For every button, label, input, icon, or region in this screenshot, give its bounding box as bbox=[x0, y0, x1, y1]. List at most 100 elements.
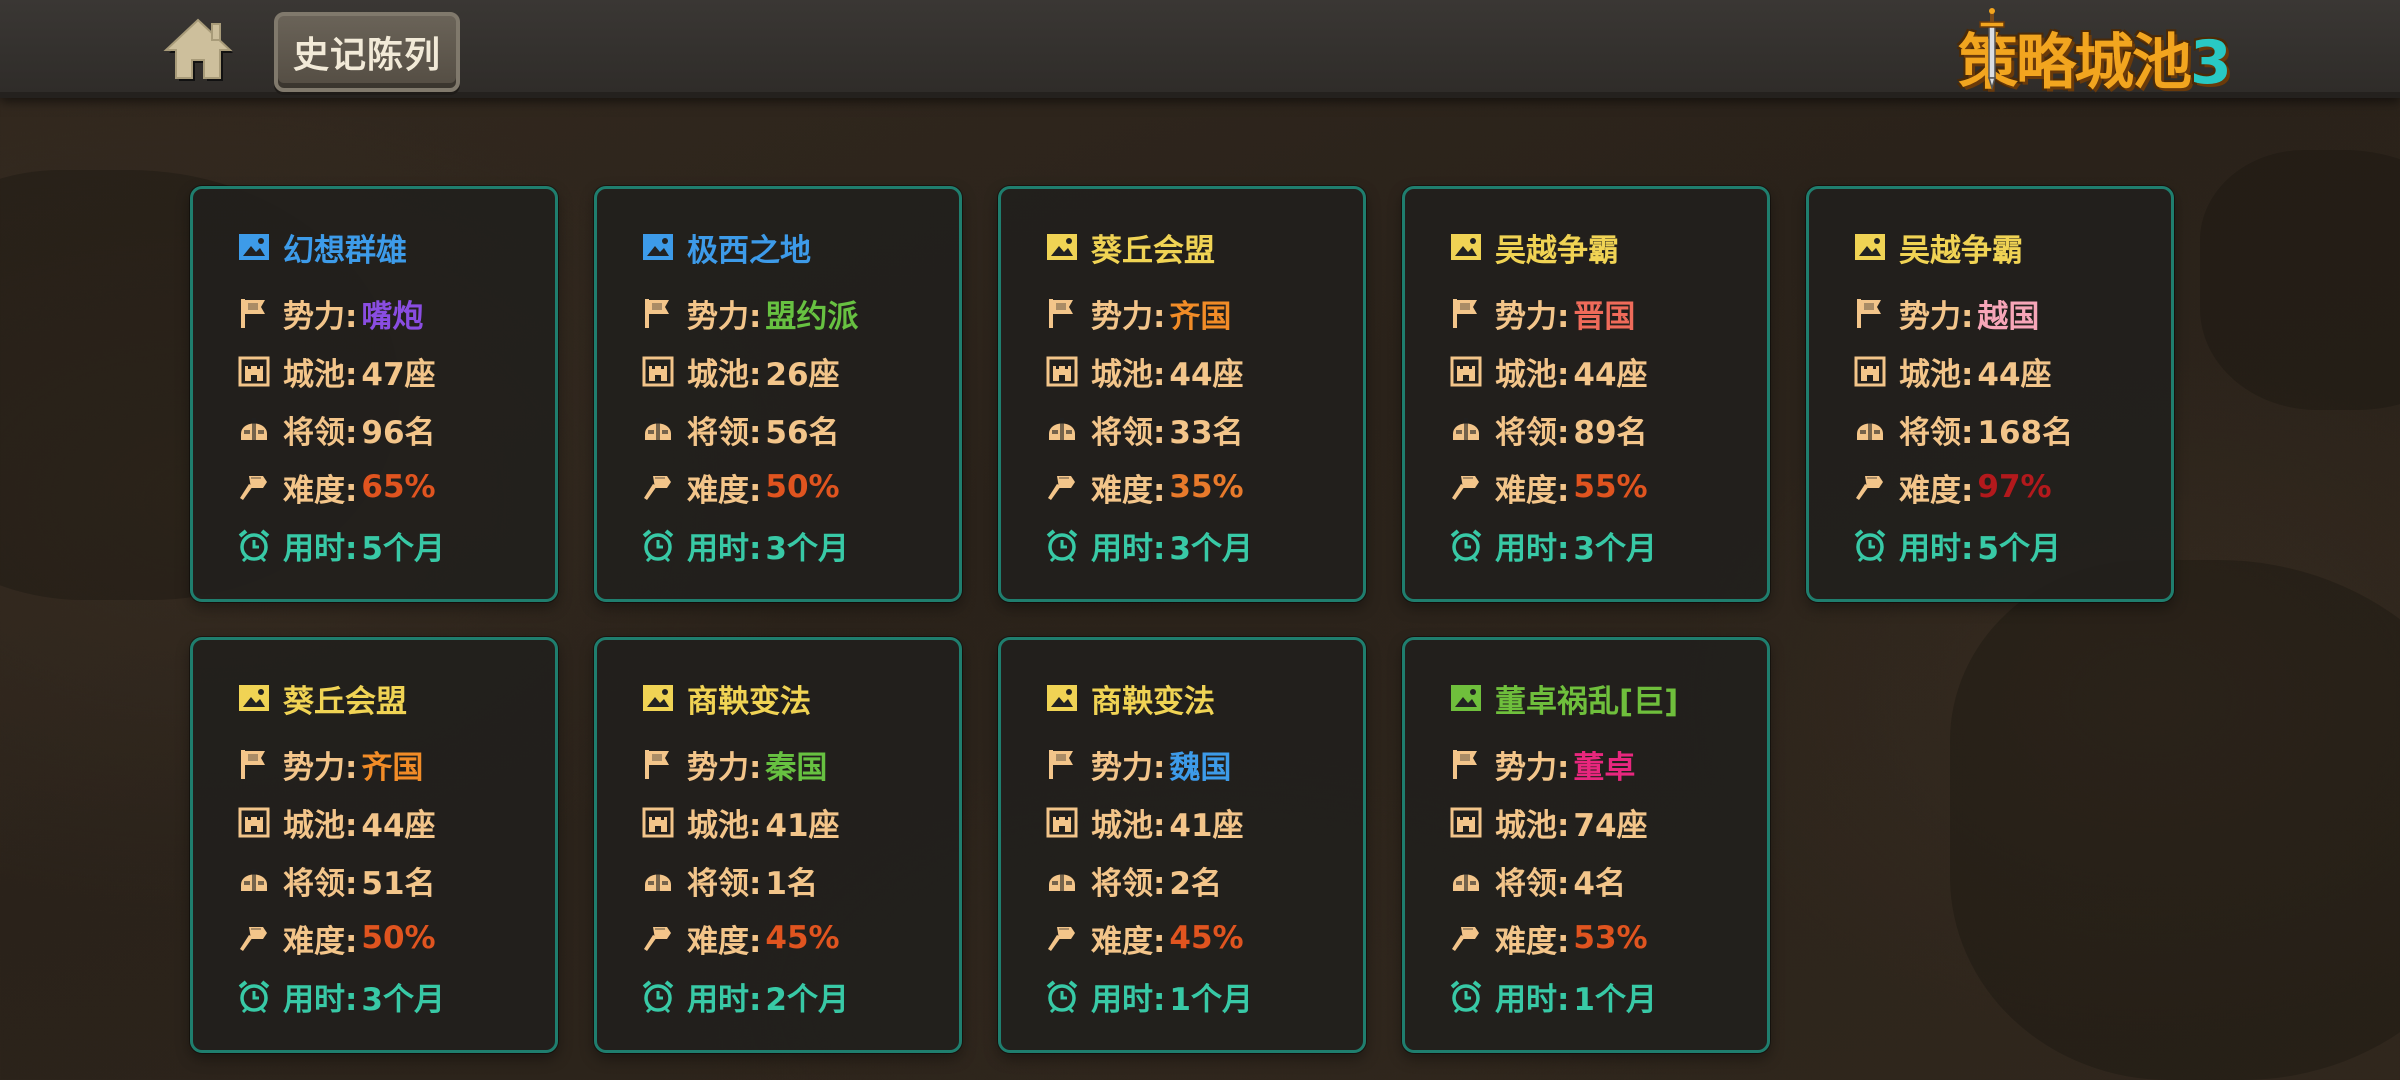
helmet-icon bbox=[1049, 869, 1075, 891]
helmet-icon bbox=[1453, 869, 1479, 891]
flag-icon bbox=[1453, 750, 1477, 779]
faction-value: 越国 bbox=[1977, 298, 2040, 335]
record-title: 商鞅变法 bbox=[1091, 683, 1215, 720]
time-value: 5个月 bbox=[361, 530, 445, 567]
generals-value: 96名 bbox=[361, 414, 436, 451]
picture-icon bbox=[1451, 234, 1481, 260]
castle-icon bbox=[1854, 356, 1886, 387]
faction-row: 势力: 嘴炮 bbox=[237, 293, 423, 335]
helmet-icon bbox=[241, 869, 267, 891]
faction-row: 势力: 晋国 bbox=[1449, 293, 1635, 335]
flag-icon bbox=[1857, 299, 1881, 328]
cities-value: 26座 bbox=[765, 356, 840, 393]
time-row: 用时: 5个月 bbox=[237, 525, 445, 567]
difficulty-label: 难度: bbox=[1091, 472, 1166, 509]
picture-icon bbox=[643, 234, 673, 260]
difficulty-value: 53% bbox=[1573, 920, 1648, 956]
cities-row: 城池: 74座 bbox=[1449, 802, 1648, 844]
faction-value: 盟约派 bbox=[765, 298, 859, 335]
record-title-row: 葵丘会盟 bbox=[1045, 227, 1215, 269]
record-title-row: 吴越争霸 bbox=[1853, 227, 2023, 269]
generals-value: 56名 bbox=[765, 414, 840, 451]
faction-row: 势力: 秦国 bbox=[641, 744, 827, 786]
time-row: 用时: 1个月 bbox=[1045, 976, 1253, 1018]
cities-row: 城池: 47座 bbox=[237, 351, 436, 393]
picture-icon bbox=[643, 685, 673, 711]
difficulty-row: 难度: 55% bbox=[1449, 467, 1648, 509]
faction-value: 董卓 bbox=[1573, 749, 1636, 786]
record-title: 葵丘会盟 bbox=[283, 683, 407, 720]
generals-row: 将领: 1名 bbox=[641, 860, 818, 902]
time-value: 3个月 bbox=[1169, 530, 1253, 567]
record-card[interactable]: 董卓祸乱[巨] 势力: 董卓 城池: 74座 将领: 4名 难度: 53% 用时… bbox=[1402, 637, 1770, 1053]
faction-label: 势力: bbox=[1091, 749, 1166, 786]
record-card[interactable]: 商鞅变法 势力: 魏国 城池: 41座 将领: 2名 难度: 45% 用时: 1… bbox=[998, 637, 1366, 1053]
difficulty-label: 难度: bbox=[1495, 923, 1570, 960]
generals-label: 将领: bbox=[1091, 414, 1166, 451]
flag-icon bbox=[241, 750, 265, 779]
hammer-icon bbox=[644, 476, 671, 500]
time-row: 用时: 3个月 bbox=[1449, 525, 1657, 567]
alarm-clock-icon bbox=[1046, 529, 1078, 562]
time-label: 用时: bbox=[1495, 981, 1570, 1018]
record-card[interactable]: 葵丘会盟 势力: 齐国 城池: 44座 bbox=[190, 637, 558, 1053]
record-title: 幻想群雄 bbox=[283, 232, 407, 269]
difficulty-label: 难度: bbox=[687, 472, 762, 509]
faction-label: 势力: bbox=[283, 749, 358, 786]
faction-label: 势力: bbox=[1495, 298, 1570, 335]
generals-label: 将领: bbox=[1899, 414, 1974, 451]
difficulty-value: 35% bbox=[1169, 469, 1244, 505]
record-card[interactable]: 极西之地 势力: 盟约派 城池: 26座 将领: 56名 难度: 50% 用时:… bbox=[594, 186, 962, 602]
time-value: 1个月 bbox=[1169, 981, 1253, 1018]
sword-icon bbox=[1979, 8, 2005, 91]
generals-label: 将领: bbox=[1091, 865, 1166, 902]
time-value: 3个月 bbox=[361, 981, 445, 1018]
difficulty-value: 50% bbox=[361, 920, 436, 956]
hammer-icon bbox=[1048, 927, 1075, 951]
castle-icon bbox=[1046, 356, 1078, 387]
record-card[interactable]: 葵丘会盟 势力: 齐国 城池: 44座 bbox=[998, 186, 1366, 602]
generals-value: 1名 bbox=[765, 865, 818, 902]
time-row: 用时: 3个月 bbox=[1045, 525, 1253, 567]
cities-value: 44座 bbox=[1977, 356, 2052, 393]
faction-label: 势力: bbox=[687, 298, 762, 335]
record-card[interactable]: 吴越争霸 势力: 晋国 城池: 44座 将领: 89名 难度: 55% 用时: … bbox=[1402, 186, 1770, 602]
cities-row: 城池: 26座 bbox=[641, 351, 840, 393]
time-value: 3个月 bbox=[765, 530, 849, 567]
picture-icon bbox=[239, 234, 269, 260]
picture-icon bbox=[1451, 685, 1481, 711]
faction-row: 势力: 董卓 bbox=[1449, 744, 1636, 786]
generals-row: 将领: 56名 bbox=[641, 409, 840, 451]
record-title-row: 极西之地 bbox=[641, 227, 811, 269]
difficulty-label: 难度: bbox=[283, 923, 358, 960]
generals-value: 51名 bbox=[361, 865, 436, 902]
cities-label: 城池: bbox=[1495, 356, 1570, 393]
record-card[interactable]: 幻想群雄 势力: 嘴炮 城池: 47座 将领: 96名 难度: 65% 用时: … bbox=[190, 186, 558, 602]
cities-value: 74座 bbox=[1573, 807, 1648, 844]
difficulty-label: 难度: bbox=[687, 923, 762, 960]
faction-value: 魏国 bbox=[1169, 749, 1232, 786]
cities-row: 城池: 44座 bbox=[1449, 351, 1648, 393]
record-title: 吴越争霸 bbox=[1899, 232, 2023, 269]
background-rock bbox=[1950, 560, 2400, 1080]
time-value: 5个月 bbox=[1977, 530, 2061, 567]
time-row: 用时: 1个月 bbox=[1449, 976, 1657, 1018]
home-button[interactable] bbox=[162, 16, 234, 82]
helmet-icon bbox=[1857, 418, 1883, 440]
time-label: 用时: bbox=[1091, 981, 1166, 1018]
cities-row: 城池: 41座 bbox=[641, 802, 840, 844]
alarm-clock-icon bbox=[238, 980, 270, 1013]
cities-label: 城池: bbox=[1495, 807, 1570, 844]
page-title-tab[interactable]: 史记陈列 bbox=[274, 12, 460, 92]
difficulty-row: 难度: 97% bbox=[1853, 467, 2052, 509]
difficulty-value: 45% bbox=[765, 920, 840, 956]
picture-icon bbox=[239, 685, 269, 711]
faction-label: 势力: bbox=[1495, 749, 1570, 786]
record-card[interactable]: 商鞅变法 势力: 秦国 城池: 41座 将领: 1名 难度: 45% 用时: 2… bbox=[594, 637, 962, 1053]
helmet-icon bbox=[645, 869, 671, 891]
generals-value: 168名 bbox=[1977, 414, 2074, 451]
castle-icon bbox=[1046, 807, 1078, 838]
record-card[interactable]: 吴越争霸 势力: 越国 城池: 44座 将领: 168名 难度: 97% 用时:… bbox=[1806, 186, 2174, 602]
cities-row: 城池: 44座 bbox=[1045, 351, 1244, 393]
cities-label: 城池: bbox=[687, 807, 762, 844]
